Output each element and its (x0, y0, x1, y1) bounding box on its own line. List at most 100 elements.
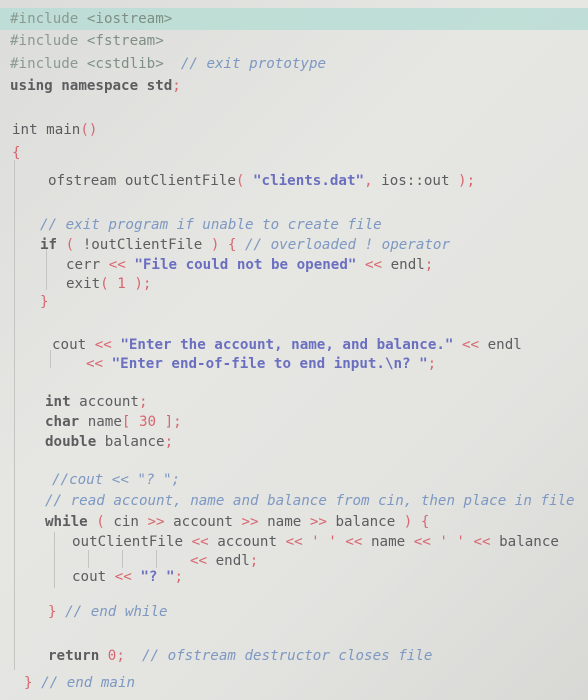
code-line[interactable]: int main() (12, 121, 97, 139)
identifier-token: ofstream outClientFile (48, 173, 236, 189)
indent-guide (14, 160, 15, 670)
operator-token: [ (121, 414, 139, 430)
string-literal-token: "clients.dat" (253, 173, 365, 189)
operator-token: << (114, 569, 141, 585)
indent-guide (88, 550, 89, 568)
operator-token: ( (65, 237, 83, 253)
code-line[interactable]: ofstream outClientFile( "clients.dat", i… (48, 172, 475, 190)
identifier-token: name (267, 514, 310, 530)
keyword-token: char (45, 414, 88, 430)
identifier-token: account (79, 394, 139, 410)
code-line[interactable]: char name[ 30 ]; (45, 413, 182, 431)
operator-token: ); (458, 173, 476, 189)
keyword-token: using namespace std (10, 78, 173, 94)
code-line[interactable]: outClientFile << account << ' ' << name … (72, 533, 559, 551)
indent-guide (122, 550, 123, 568)
operator-token: { (12, 145, 21, 161)
code-line[interactable]: //cout << "? "; (52, 471, 180, 489)
operator-token: } (24, 675, 42, 691)
indent-guide (50, 350, 51, 368)
identifier-token: endl (390, 257, 425, 273)
identifier-token: int (12, 122, 47, 138)
string-literal-token: "? " (140, 569, 175, 585)
operator-token: >> (309, 514, 336, 530)
operator-token: << (453, 337, 488, 353)
operator-token: << (86, 356, 112, 372)
operator-token: ; (427, 356, 437, 372)
number-literal-token: 1 (117, 276, 126, 292)
identifier-token: balance (499, 534, 559, 550)
comment-token: // overloaded ! operator (245, 237, 451, 253)
operator-token: >> (147, 514, 174, 530)
identifier-token: balance (104, 434, 165, 450)
operator-token: ( (96, 514, 114, 530)
operator-token: , (364, 173, 382, 189)
comment-token: // read account, name and balance from c… (45, 493, 575, 509)
identifier-token: name (370, 534, 414, 550)
identifier-token: exit (66, 276, 101, 292)
operator-token: << ' ' << (285, 534, 371, 550)
code-line[interactable]: cout << "? "; (72, 568, 183, 586)
code-line[interactable]: while ( cin >> account >> name >> balanc… (45, 513, 429, 531)
code-line[interactable]: } // end while (48, 603, 168, 621)
operator-token: } (48, 604, 66, 620)
code-line[interactable]: << endl; (190, 552, 258, 570)
identifier-token: account (173, 514, 242, 530)
code-line[interactable]: // exit program if unable to create file (40, 216, 382, 234)
code-line[interactable]: } (40, 293, 49, 311)
operator-token: ; (138, 394, 148, 410)
identifier-token: cerr (66, 257, 109, 273)
identifier-token: endl (215, 553, 250, 569)
identifier-token: cin (113, 514, 148, 530)
comment-token: // exit prototype (163, 56, 327, 72)
include-path-token: <cstdlib> (86, 56, 164, 72)
code-line[interactable]: #include <fstream> (10, 32, 164, 50)
code-line[interactable]: } // end main (24, 674, 135, 692)
operator-token: ; (172, 78, 181, 94)
keyword-token: if (40, 237, 66, 253)
include-path-token: <fstream> (86, 33, 164, 49)
keyword-token: return (48, 648, 108, 664)
operator-token: ; (174, 569, 184, 585)
code-line[interactable]: if ( !outClientFile ) { // overloaded ! … (40, 236, 450, 254)
code-line[interactable]: #include <iostream> (10, 10, 172, 28)
identifier-token: balance (335, 514, 404, 530)
indent-guide (156, 550, 157, 568)
comment-token: // exit program if unable to create file (40, 217, 382, 233)
operator-token: ; (424, 257, 434, 273)
indent-guide (54, 532, 55, 588)
code-line[interactable]: int account; (45, 393, 148, 411)
operator-token: << (108, 257, 135, 273)
code-line[interactable]: // read account, name and balance from c… (45, 492, 575, 510)
comment-token: // end main (41, 675, 136, 691)
operator-token: ( (100, 276, 118, 292)
operator-token: << (191, 534, 218, 550)
code-line[interactable]: exit( 1 ); (66, 275, 151, 293)
identifier-token: ios::out (381, 173, 459, 189)
preprocessor-token: #include (10, 11, 87, 27)
comment-token: //cout << "? "; (52, 472, 181, 488)
code-line[interactable]: double balance; (45, 433, 173, 451)
code-editor[interactable]: #include <iostream> #include <fstream> #… (0, 0, 588, 700)
operator-token: ( (235, 173, 254, 189)
keyword-token: double (45, 434, 105, 450)
code-line[interactable]: cout << "Enter the account, name, and ba… (52, 336, 522, 354)
keyword-token: while (45, 514, 97, 530)
code-line[interactable]: cerr << "File could not be opened" << en… (66, 256, 433, 274)
operator-token: << (356, 257, 391, 273)
preprocessor-token: #include (10, 33, 87, 49)
operator-token: ) { (403, 514, 430, 530)
code-line[interactable]: { (12, 144, 21, 162)
operator-token: << (94, 337, 121, 353)
operator-token: () (80, 122, 98, 138)
code-line[interactable]: << "Enter end-of-file to end input.\n? "… (86, 355, 436, 373)
operator-token: << (190, 553, 216, 569)
code-line[interactable]: #include <cstdlib> // exit prototype (10, 55, 326, 73)
identifier-token: cout (52, 337, 95, 353)
preprocessor-token: #include (10, 56, 87, 72)
code-line[interactable]: return 0; // ofstream destructor closes … (48, 647, 432, 665)
identifier-token: !outClientFile (82, 237, 211, 253)
identifier-token: cout (72, 569, 115, 585)
code-line[interactable]: using namespace std; (10, 77, 181, 95)
keyword-token: int (45, 394, 80, 410)
